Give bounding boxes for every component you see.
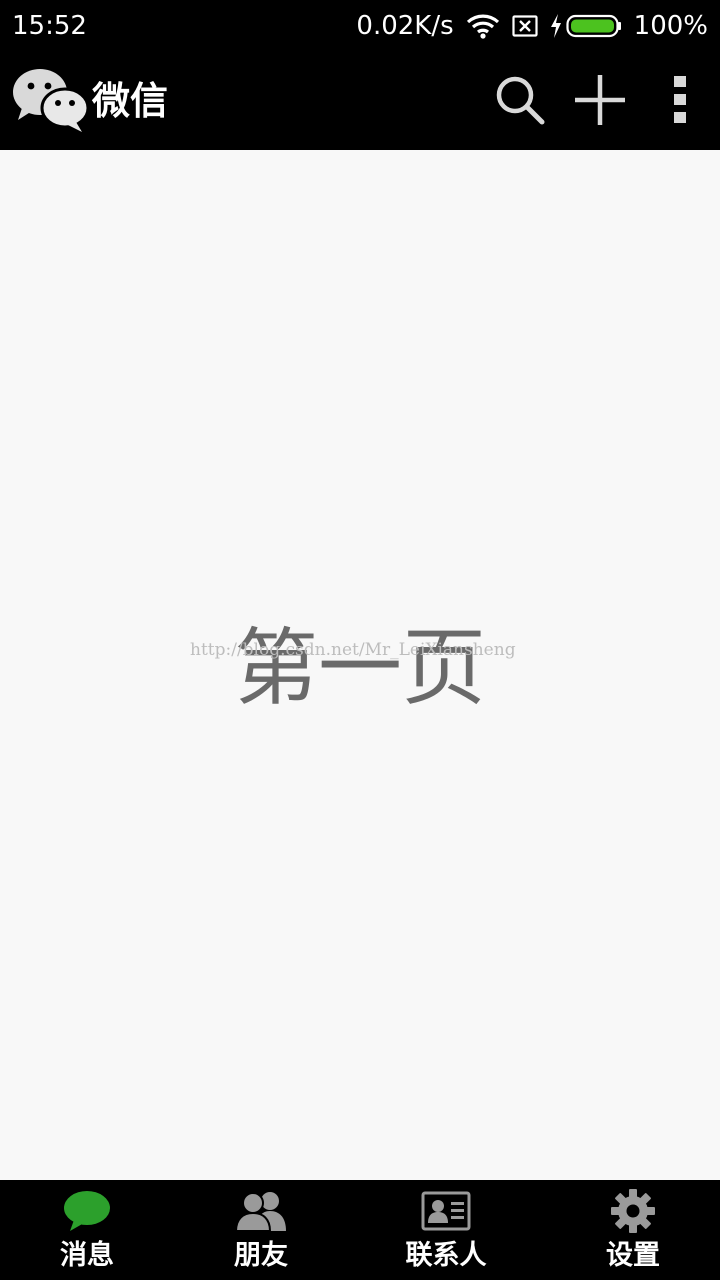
search-button[interactable] (490, 72, 550, 132)
watermark-text: http://blog.csdn.net/Mr_LeiXiansheng (190, 640, 516, 660)
battery-level: 100% (633, 11, 708, 41)
gear-icon (610, 1188, 656, 1234)
battery-group (550, 14, 622, 38)
friends-icon (234, 1188, 288, 1234)
bottom-nav: 消息 朋友 联系人 设置 (0, 1180, 720, 1280)
wechat-logo-icon (10, 64, 90, 134)
search-icon (494, 74, 546, 130)
tab-contacts[interactable]: 联系人 (366, 1180, 526, 1280)
status-time: 15:52 (12, 11, 87, 41)
app-title: 微信 (92, 79, 169, 123)
chat-bubble-icon (62, 1188, 112, 1234)
tab-messages-label: 消息 (60, 1240, 114, 1271)
app-bar: 微信 (0, 52, 720, 150)
add-button[interactable] (570, 72, 630, 132)
battery-fill (570, 19, 614, 33)
more-vertical-icon (672, 74, 688, 130)
screen: 15:52 0.02K/s 100% 微信 第一页 http://blog.cs… (0, 0, 720, 1280)
no-sim-icon (512, 15, 538, 37)
status-right: 0.02K/s 100% (356, 8, 708, 44)
tab-contacts-label: 联系人 (405, 1240, 487, 1271)
net-speed: 0.02K/s (356, 11, 454, 41)
tab-settings[interactable]: 设置 (553, 1180, 713, 1280)
wifi-icon (466, 13, 500, 39)
tab-messages[interactable]: 消息 (7, 1180, 167, 1280)
contact-card-icon (421, 1188, 471, 1234)
charging-icon (550, 14, 562, 38)
page-label: 第一页 (233, 619, 486, 717)
more-button[interactable] (650, 72, 710, 132)
status-bar: 15:52 0.02K/s 100% (0, 0, 720, 52)
tab-friends-label: 朋友 (234, 1240, 288, 1271)
plus-icon (573, 73, 627, 131)
tab-settings-label: 设置 (606, 1240, 660, 1271)
content-area: 第一页 http://blog.csdn.net/Mr_LeiXiansheng (0, 150, 720, 1180)
battery-icon (566, 14, 622, 38)
tab-friends[interactable]: 朋友 (181, 1180, 341, 1280)
